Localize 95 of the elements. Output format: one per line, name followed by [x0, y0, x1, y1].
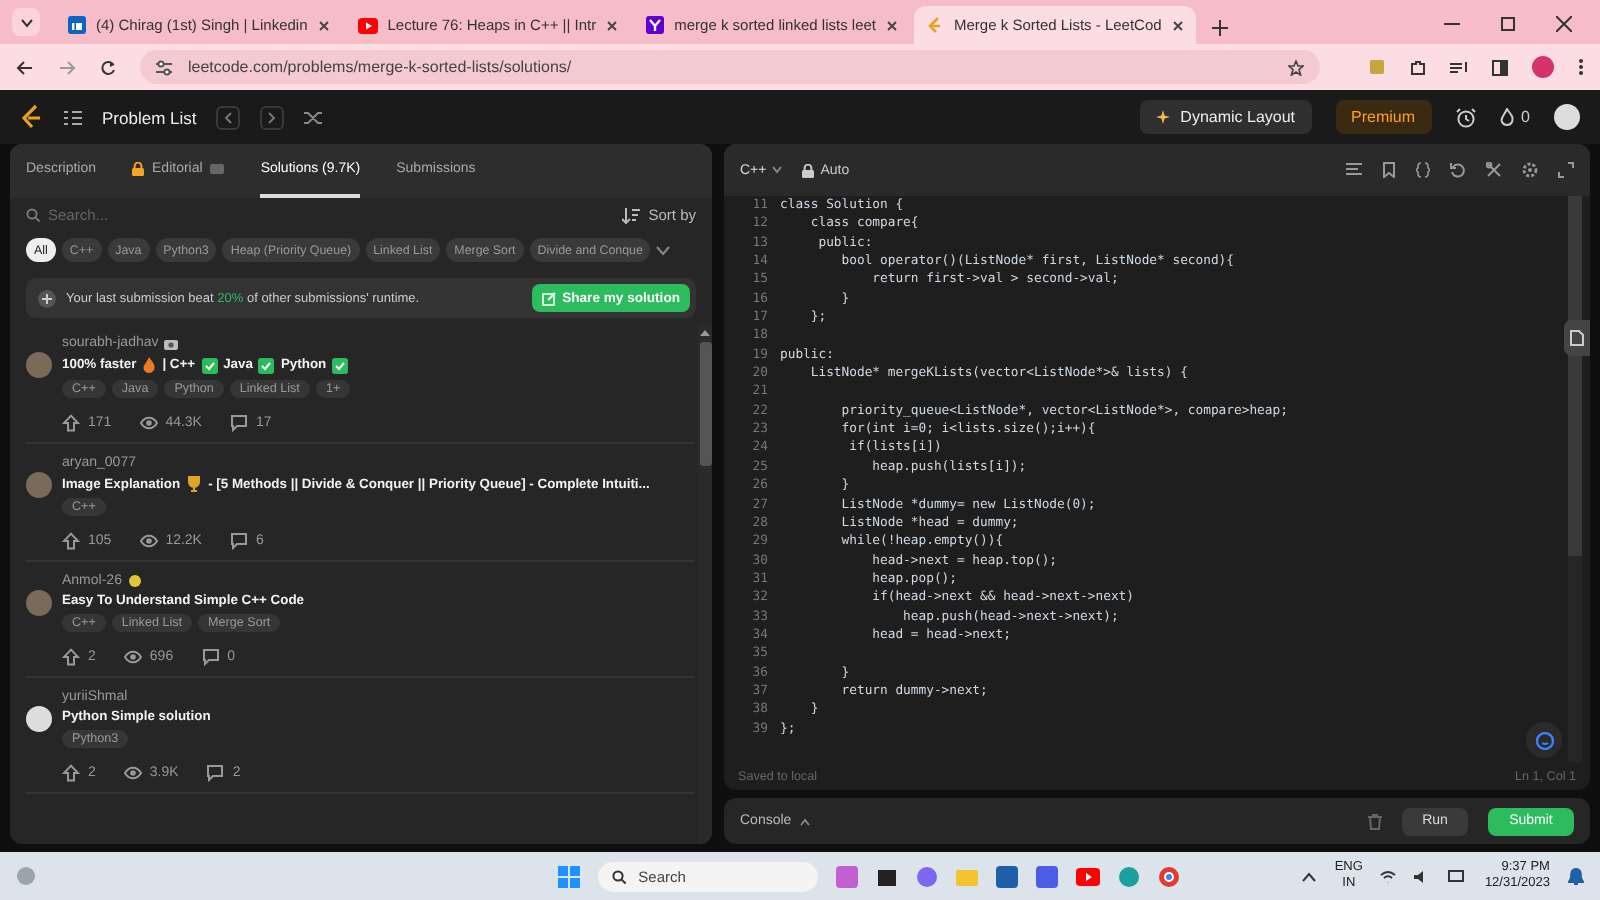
chevron-up-icon	[799, 817, 810, 825]
app-icon[interactable]	[1036, 865, 1059, 887]
upvote-arrow-icon	[62, 414, 80, 432]
settings-icon[interactable]	[1522, 162, 1538, 178]
bookmark-icon[interactable]	[1382, 162, 1396, 178]
flame-icon[interactable]	[1499, 108, 1514, 126]
scroll-up-icon	[700, 330, 710, 336]
chat-button[interactable]	[1526, 722, 1562, 758]
reload-icon[interactable]	[100, 59, 116, 75]
shuffle-icon[interactable]	[304, 109, 323, 125]
store-icon[interactable]	[996, 865, 1019, 887]
chevron-up-icon[interactable]	[1302, 871, 1317, 881]
start-icon[interactable]	[558, 865, 581, 887]
check-icon	[201, 357, 218, 373]
wifi-icon[interactable]	[1380, 869, 1397, 883]
user-avatar[interactable]	[26, 706, 52, 732]
check-icon	[332, 357, 349, 373]
lock-icon	[132, 162, 145, 176]
battery-icon[interactable]	[1448, 870, 1467, 882]
premium-button[interactable]: Premium	[1335, 100, 1432, 134]
eye-icon	[139, 414, 158, 432]
shortcut-icon[interactable]	[1486, 162, 1502, 178]
alarm-clock-icon[interactable]	[1455, 107, 1476, 127]
eye-icon	[123, 764, 142, 782]
leetcode-icon	[926, 16, 945, 34]
url-text: leetcode.com/problems/merge-k-sorted-lists/solutions/	[188, 58, 574, 76]
problem-list-link[interactable]: Problem List	[102, 107, 197, 127]
check-icon	[258, 357, 275, 373]
address-bar[interactable]: leetcode.com/problems/merge-k-sorted-lists/solutions/	[140, 50, 1320, 84]
streak-count: 0	[1521, 108, 1530, 126]
back-icon[interactable]	[16, 59, 34, 75]
comment-icon	[229, 414, 248, 432]
side-panel-icon[interactable]	[1492, 59, 1508, 75]
new-tab-icon[interactable]	[1211, 20, 1228, 36]
profile-avatar[interactable]	[1532, 56, 1554, 78]
notes-tab-button[interactable]	[1564, 320, 1590, 356]
more-icon[interactable]	[1578, 58, 1584, 76]
user-avatar[interactable]	[1554, 104, 1580, 130]
camera-icon	[164, 337, 179, 349]
flame-icon	[142, 356, 157, 374]
app-icon[interactable]	[836, 865, 859, 887]
chevron-down-icon	[19, 17, 33, 27]
upvote-arrow-icon	[62, 764, 80, 782]
note-icon[interactable]	[1346, 162, 1362, 176]
close-icon[interactable]	[1171, 19, 1184, 31]
medal-icon	[127, 574, 142, 588]
close-icon[interactable]	[886, 19, 899, 31]
list-icon[interactable]	[64, 109, 82, 125]
upvote-arrow-icon	[62, 532, 80, 550]
maximize-icon[interactable]	[1500, 16, 1516, 32]
tab-search-button[interactable]	[12, 8, 40, 36]
edit-icon	[542, 291, 557, 305]
comment-icon	[201, 648, 220, 666]
chevron-down-icon	[772, 166, 783, 174]
braces-icon[interactable]	[1416, 162, 1430, 178]
eye-icon	[123, 648, 142, 666]
search-icon	[612, 869, 627, 883]
scrollbar[interactable]	[1568, 196, 1582, 762]
chat-bubble-icon	[1535, 731, 1553, 749]
puzzle-icon[interactable]	[1410, 59, 1426, 75]
youtube-icon[interactable]	[1076, 867, 1101, 885]
bell-icon[interactable]	[1567, 867, 1584, 885]
upvote-arrow-icon	[62, 648, 80, 666]
youtube-icon	[357, 17, 378, 33]
chevron-down-icon[interactable]	[656, 245, 671, 255]
leetcode-logo-icon[interactable]	[20, 104, 44, 130]
document-icon	[1570, 330, 1584, 346]
chrome-icon[interactable]	[1158, 865, 1181, 887]
close-icon[interactable]	[606, 19, 619, 31]
lock-icon	[802, 163, 815, 177]
expand-icon[interactable]	[1558, 162, 1574, 178]
chevron-right-icon	[268, 111, 277, 123]
search-icon	[26, 208, 40, 222]
next-button[interactable]	[260, 105, 285, 129]
dynamic-layout-button[interactable]: Dynamic Layout	[1140, 100, 1312, 134]
chevron-left-icon	[224, 111, 233, 123]
plus-circle-icon	[38, 289, 56, 307]
site-settings-icon[interactable]	[156, 59, 172, 75]
yahoo-icon	[646, 16, 665, 34]
task-view-icon[interactable]	[876, 865, 899, 887]
star-icon[interactable]	[1288, 59, 1304, 75]
trophy-icon	[186, 476, 203, 492]
comment-icon	[206, 764, 225, 782]
close-icon[interactable]	[1556, 16, 1572, 32]
comment-icon	[229, 532, 248, 550]
close-icon[interactable]	[317, 19, 330, 31]
sort-icon	[622, 207, 641, 223]
sparkle-icon	[1156, 110, 1171, 124]
eye-icon	[139, 532, 158, 550]
previous-button[interactable]	[216, 105, 241, 129]
linkedin-icon	[68, 16, 86, 34]
trash-icon[interactable]	[1368, 813, 1382, 829]
media-icon[interactable]	[1450, 59, 1468, 75]
scrollbar[interactable]	[698, 324, 712, 844]
reset-icon[interactable]	[1450, 162, 1466, 178]
